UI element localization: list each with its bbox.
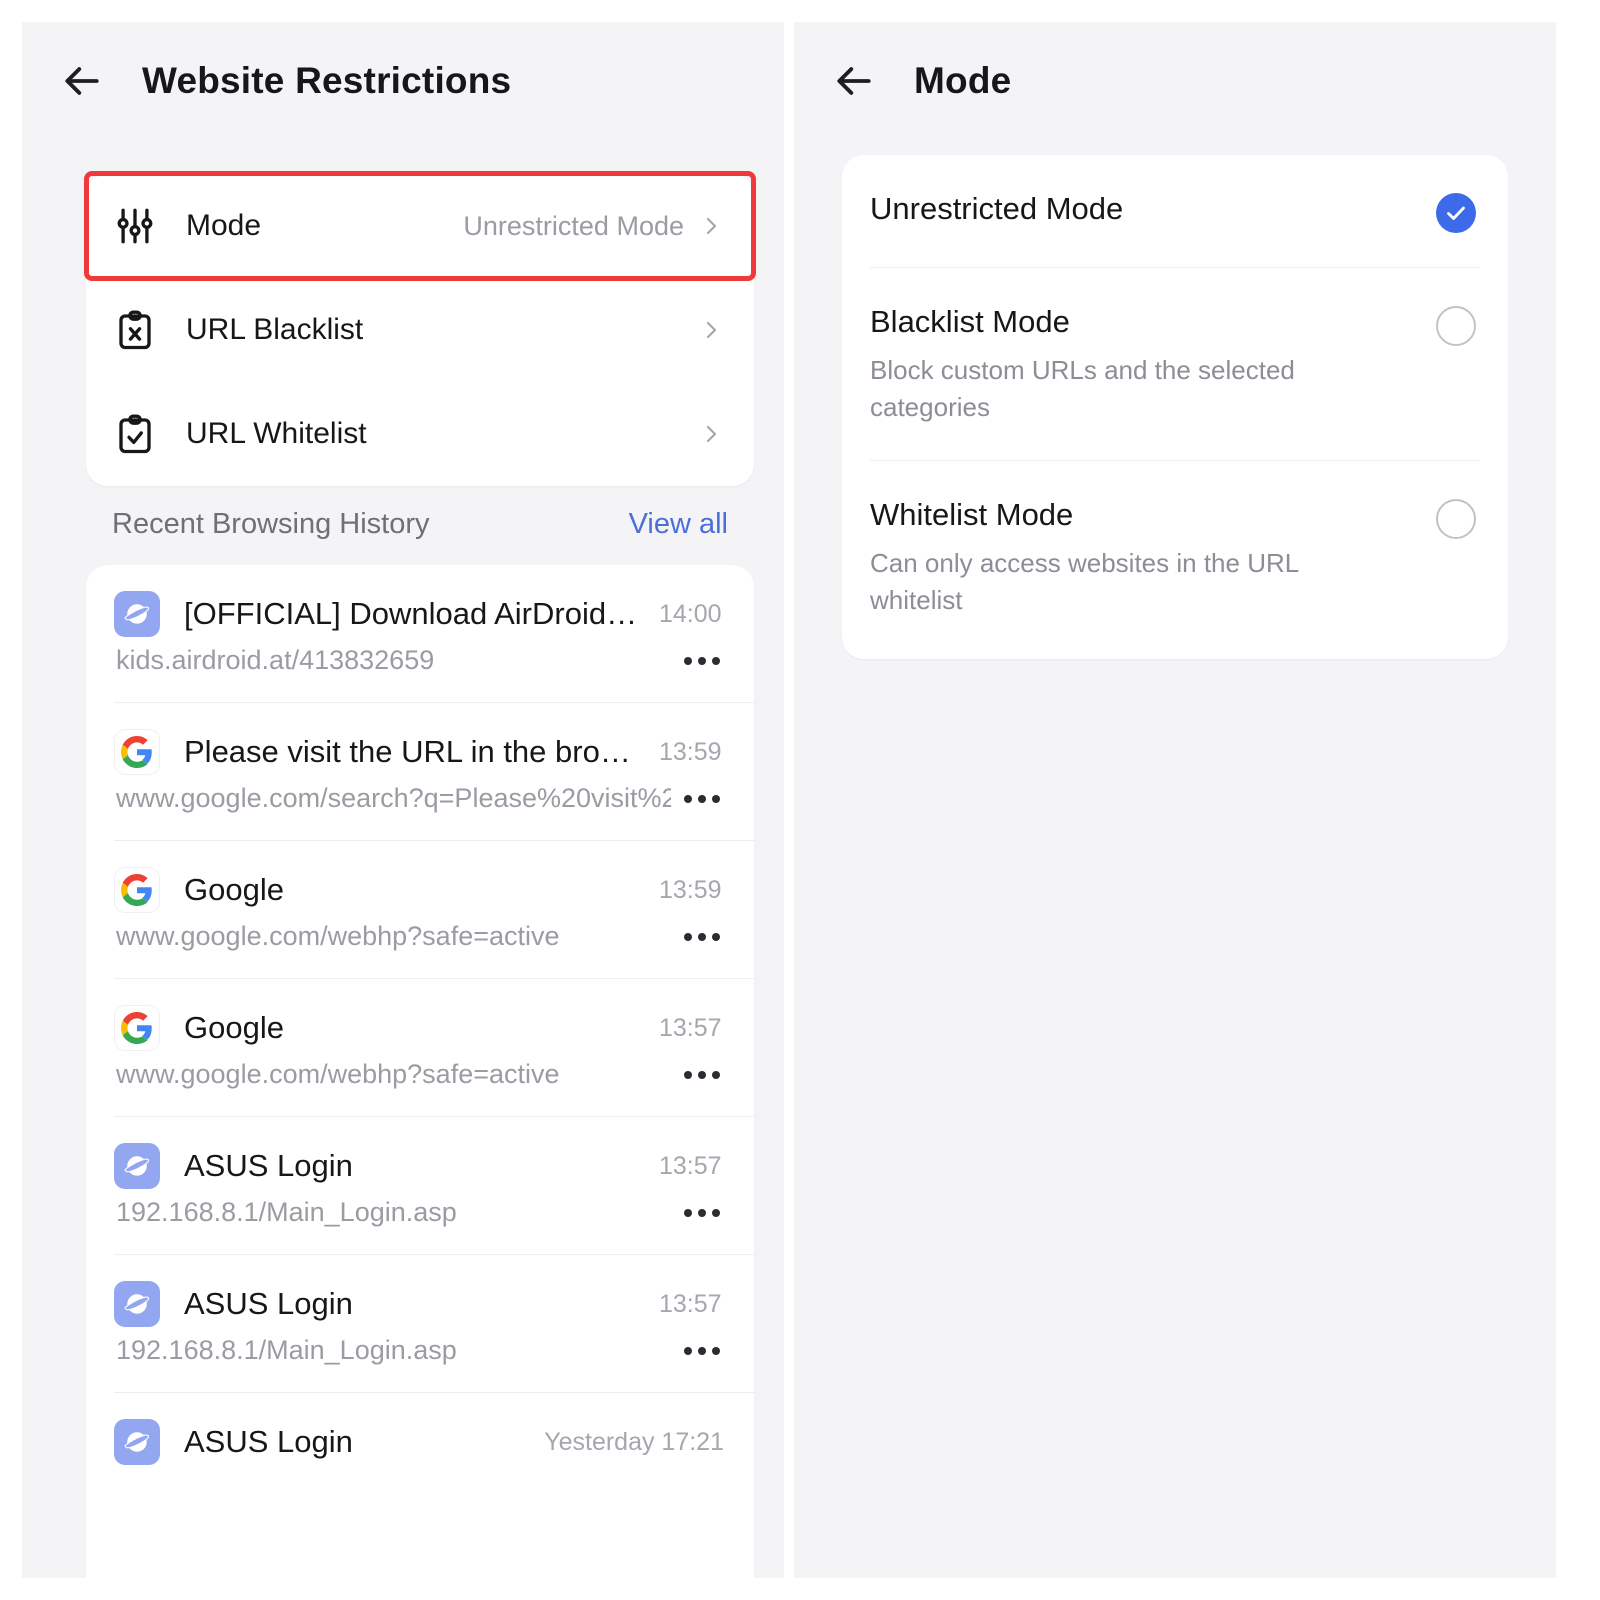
arrow-left-icon bbox=[832, 59, 876, 103]
mode-option-whitelist[interactable]: Whitelist Mode Can only access websites … bbox=[842, 461, 1508, 653]
history-item-url: kids.airdroid.at/413832659 bbox=[116, 645, 435, 675]
history-item-time: 14:00 bbox=[659, 599, 722, 628]
history-item-title: Google bbox=[184, 1010, 284, 1045]
mode-option-title: Blacklist Mode bbox=[870, 304, 1070, 339]
more-horizontal-icon[interactable] bbox=[680, 1339, 724, 1363]
history-item[interactable]: [OFFICIAL] Download AirDroid… 14:00 kids… bbox=[86, 565, 754, 676]
browsing-history-card: [OFFICIAL] Download AirDroid… 14:00 kids… bbox=[86, 565, 754, 1578]
mode-option-title: Whitelist Mode bbox=[870, 496, 1074, 532]
history-item[interactable]: Google 13:57 www.google.com/webhp?safe=a… bbox=[86, 979, 754, 1090]
clipboard-x-icon bbox=[112, 307, 158, 353]
back-button[interactable] bbox=[58, 57, 106, 105]
radio-unselected-icon[interactable] bbox=[1436, 306, 1476, 346]
google-icon bbox=[114, 867, 160, 913]
more-horizontal-icon[interactable] bbox=[680, 1063, 724, 1087]
chevron-right-icon bbox=[698, 422, 724, 446]
back-button[interactable] bbox=[830, 57, 878, 105]
history-item-title: [OFFICIAL] Download AirDroid… bbox=[184, 596, 638, 631]
more-horizontal-icon[interactable] bbox=[680, 925, 724, 949]
airdroid-globe-icon bbox=[114, 591, 160, 637]
history-item-url: www.google.com/webhp?safe=active bbox=[116, 921, 560, 951]
chevron-right-icon bbox=[698, 318, 724, 342]
radio-unselected-icon[interactable] bbox=[1436, 498, 1476, 539]
history-item[interactable]: ASUS Login 13:57 192.168.8.1/Main_Login.… bbox=[86, 1117, 754, 1228]
more-horizontal-icon[interactable] bbox=[680, 787, 724, 811]
history-item-url: www.google.com/webhp?safe=active bbox=[116, 1059, 560, 1089]
airdroid-globe-icon bbox=[114, 1419, 160, 1465]
mode-option-unrestricted[interactable]: Unrestricted Mode bbox=[842, 155, 1508, 267]
history-item[interactable]: Google 13:59 www.google.com/webhp?safe=a… bbox=[86, 841, 754, 952]
history-item-title: Google bbox=[184, 872, 284, 907]
mode-selection-screen: Mode Unrestricted Mode Blacklist Mode Bl… bbox=[794, 22, 1556, 1578]
history-item[interactable]: Please visit the URL in the bro… 13:59 w… bbox=[86, 703, 754, 814]
history-item-url: 192.168.8.1/Main_Login.asp bbox=[116, 1335, 457, 1365]
clipboard-check-icon bbox=[112, 411, 158, 457]
mode-option-title: Unrestricted Mode bbox=[870, 191, 1124, 226]
settings-row-mode[interactable]: Mode Unrestricted Mode bbox=[86, 174, 754, 278]
radio-selected-icon[interactable] bbox=[1436, 193, 1476, 233]
airdroid-globe-icon bbox=[114, 1143, 160, 1189]
chevron-right-icon bbox=[698, 214, 724, 238]
settings-row-url-whitelist[interactable]: URL Whitelist bbox=[86, 382, 754, 486]
google-icon bbox=[114, 729, 160, 775]
history-item-title: Please visit the URL in the bro… bbox=[184, 734, 631, 769]
view-all-link[interactable]: View all bbox=[629, 508, 728, 541]
google-icon bbox=[114, 1005, 160, 1051]
mode-option-blacklist[interactable]: Blacklist Mode Block custom URLs and the… bbox=[842, 268, 1508, 460]
section-title: Recent Browsing History bbox=[112, 508, 430, 540]
page-title: Website Restrictions bbox=[142, 60, 512, 101]
mode-options-card: Unrestricted Mode Blacklist Mode Block c… bbox=[842, 155, 1508, 659]
website-restrictions-screen: Website Restrictions Mode Unrestricted M… bbox=[22, 22, 784, 1578]
right-header: Mode bbox=[794, 22, 1556, 140]
history-item-title: ASUS Login bbox=[184, 1148, 353, 1183]
history-item-url: 192.168.8.1/Main_Login.asp bbox=[116, 1197, 457, 1227]
settings-row-label: Mode bbox=[186, 209, 262, 242]
history-item[interactable]: ASUS Login Yesterday 17:21 bbox=[86, 1393, 754, 1465]
settings-row-value: Unrestricted Mode bbox=[463, 210, 684, 241]
history-item-time: 13:59 bbox=[659, 875, 722, 904]
history-item-time: Yesterday 17:21 bbox=[544, 1427, 724, 1456]
mode-option-description: Can only access websites in the URL whit… bbox=[870, 547, 1299, 615]
mode-option-description: Block custom URLs and the selected categ… bbox=[870, 355, 1295, 422]
airdroid-globe-icon bbox=[114, 1281, 160, 1327]
page-title: Mode bbox=[914, 60, 1012, 101]
settings-row-label: URL Blacklist bbox=[186, 313, 364, 346]
settings-row-label: URL Whitelist bbox=[186, 417, 367, 450]
sliders-icon bbox=[112, 203, 158, 249]
arrow-left-icon bbox=[60, 59, 104, 103]
history-item-title: ASUS Login bbox=[184, 1286, 353, 1321]
settings-row-url-blacklist[interactable]: URL Blacklist bbox=[86, 278, 754, 382]
recent-history-heading: Recent Browsing History View all bbox=[112, 508, 728, 541]
history-item-time: 13:57 bbox=[659, 1013, 722, 1042]
screenshot-stage: Website Restrictions Mode Unrestricted M… bbox=[0, 0, 1600, 1600]
history-item-time: 13:57 bbox=[659, 1289, 722, 1318]
history-item-time: 13:57 bbox=[659, 1151, 722, 1180]
left-header: Website Restrictions bbox=[22, 22, 784, 140]
history-item[interactable]: ASUS Login 13:57 192.168.8.1/Main_Login.… bbox=[86, 1255, 754, 1366]
more-horizontal-icon[interactable] bbox=[680, 1201, 724, 1225]
history-item-url: www.google.com/search?q=Please%20visit%2… bbox=[116, 783, 671, 813]
restriction-settings-card: Mode Unrestricted Mode URL Blacklist URL… bbox=[86, 174, 754, 486]
more-horizontal-icon[interactable] bbox=[680, 649, 724, 673]
history-item-title: ASUS Login bbox=[184, 1424, 353, 1459]
history-item-time: 13:59 bbox=[659, 737, 722, 766]
